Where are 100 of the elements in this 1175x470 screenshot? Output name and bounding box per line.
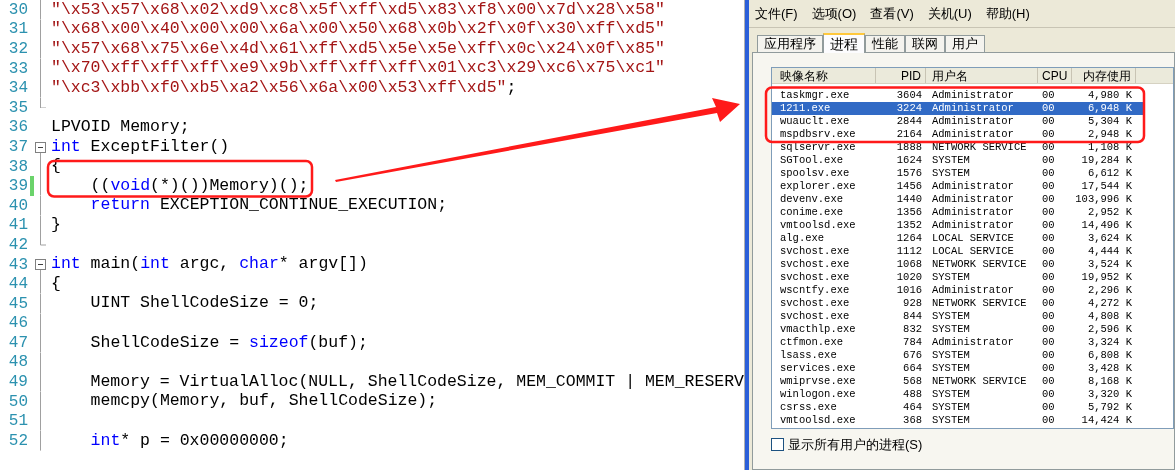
- line-number: 34: [7, 80, 28, 97]
- table-cell-text: 00: [1041, 310, 1056, 323]
- code-line: "\x70\xff\xff\xff\xe9\x9b\xff\xff\xff\x01\xc3\x29\xc6\x75\xc1": [51, 60, 665, 77]
- table-cell-text: 1888: [895, 141, 923, 154]
- table-cell-text: 00: [1041, 232, 1056, 245]
- table-cell-text: 1440: [895, 193, 923, 206]
- table-cell-text: 1624: [895, 154, 923, 167]
- tab[interactable]: 联网: [905, 35, 945, 52]
- line-number: 30: [7, 1, 28, 18]
- line-number: 43: [7, 256, 28, 273]
- table-cell-text: csrss.exe: [779, 401, 838, 414]
- table-cell-text: 00: [1041, 401, 1056, 414]
- table-cell-text: SYSTEM: [931, 362, 971, 375]
- menu-item[interactable]: 关机(U): [927, 3, 972, 24]
- table-cell-text: 6,948 K: [1086, 102, 1133, 115]
- process-row[interactable]: wuauclt.exe 2844 Administrator 00 5,304 K: [772, 115, 1173, 128]
- column-header[interactable]: 内存使用: [1083, 69, 1131, 82]
- process-row[interactable]: ctfmon.exe 784 Administrator 00 3,324 K: [772, 336, 1173, 349]
- line-number: 37: [7, 138, 28, 155]
- menu-item[interactable]: 查看(V): [870, 3, 914, 24]
- tab[interactable]: 用户: [945, 35, 985, 52]
- code-line: memcpy(Memory, buf, ShellCodeSize);: [89, 393, 438, 410]
- table-cell-text: Administrator: [931, 128, 1015, 141]
- table-cell-text: 00: [1041, 414, 1056, 427]
- code-line: }: [51, 217, 61, 234]
- menu-item[interactable]: 文件(F): [755, 3, 798, 24]
- table-cell-text: SYSTEM: [931, 167, 971, 180]
- table-cell-text: 3,324 K: [1086, 336, 1133, 349]
- table-cell-text: SYSTEM: [931, 388, 971, 401]
- tab[interactable]: 性能: [865, 35, 905, 52]
- menu-item[interactable]: 选项(O): [811, 3, 857, 24]
- line-number: 44: [7, 276, 28, 293]
- process-row[interactable]: lsass.exe 676 SYSTEM 00 6,808 K: [772, 349, 1173, 362]
- table-cell-text: 1264: [895, 232, 923, 245]
- process-row[interactable]: taskmgr.exe 3604 Administrator 00 4,980 K: [772, 89, 1173, 102]
- process-row[interactable]: svchost.exe 928 NETWORK SERVICE 00 4,272 K: [772, 297, 1173, 310]
- table-cell-text: 5,792 K: [1086, 401, 1133, 414]
- table-cell-text: 2,952 K: [1086, 206, 1133, 219]
- table-cell-text: 00: [1041, 284, 1056, 297]
- process-row[interactable]: svchost.exe 1068 NETWORK SERVICE 00 3,524 K: [772, 258, 1173, 271]
- table-cell-text: 103,996 K: [1074, 193, 1133, 206]
- process-row[interactable]: SGTool.exe 1624 SYSTEM 00 19,284 K: [772, 154, 1173, 167]
- process-row[interactable]: conime.exe 1356 Administrator 00 2,952 K: [772, 206, 1173, 219]
- process-row[interactable]: sqlservr.exe 1888 NETWORK SERVICE 00 1,108 K: [772, 141, 1173, 154]
- tab[interactable]: 进程: [823, 33, 865, 53]
- process-row[interactable]: csrss.exe 464 SYSTEM 00 5,792 K: [772, 401, 1173, 414]
- table-cell-text: NETWORK SERVICE: [931, 258, 1028, 271]
- table-cell-text: 3,320 K: [1086, 388, 1133, 401]
- table-cell-text: 1456: [895, 180, 923, 193]
- column-header[interactable]: PID: [901, 69, 921, 82]
- table-cell-text: Administrator: [931, 336, 1015, 349]
- process-row[interactable]: services.exe 664 SYSTEM 00 3,428 K: [772, 362, 1173, 375]
- table-cell-text: SYSTEM: [931, 414, 971, 427]
- table-cell-text: SGTool.exe: [779, 154, 844, 167]
- column-header[interactable]: 用户名: [932, 69, 968, 82]
- table-cell-text: Administrator: [931, 89, 1015, 102]
- process-row[interactable]: wmiprvse.exe 568 NETWORK SERVICE 00 8,168 K: [772, 375, 1173, 388]
- process-row[interactable]: devenv.exe 1440 Administrator 00 103,996 K: [772, 193, 1173, 206]
- table-cell-text: services.exe: [779, 362, 857, 375]
- process-row[interactable]: svchost.exe 844 SYSTEM 00 4,808 K: [772, 310, 1173, 323]
- process-row[interactable]: wscntfy.exe 1016 Administrator 00 2,296 K: [772, 284, 1173, 297]
- table-cell-text: Administrator: [931, 115, 1015, 128]
- column-header[interactable]: 映像名称: [780, 69, 828, 82]
- process-row[interactable]: alg.exe 1264 LOCAL SERVICE 00 3,624 K: [772, 232, 1173, 245]
- code-line: ((void(*)())Memory)();: [89, 177, 309, 195]
- table-cell-text: mspdbsrv.exe: [779, 128, 857, 141]
- process-row[interactable]: vmacthlp.exe 832 SYSTEM 00 2,596 K: [772, 323, 1173, 336]
- table-cell-text: 00: [1041, 375, 1056, 388]
- process-row[interactable]: explorer.exe 1456 Administrator 00 17,544 K: [772, 180, 1173, 193]
- table-cell-text: Administrator: [931, 193, 1015, 206]
- table-cell-text: 00: [1041, 245, 1056, 258]
- table-cell-text: Administrator: [931, 219, 1015, 232]
- process-row[interactable]: svchost.exe 1112 LOCAL SERVICE 00 4,444 K: [772, 245, 1173, 258]
- process-row[interactable]: vmtoolsd.exe 1352 Administrator 00 14,496 K: [772, 219, 1173, 232]
- code-line: UINT ShellCodeSize = 0;: [89, 295, 319, 312]
- line-number: 48: [7, 354, 28, 371]
- table-cell-text: SYSTEM: [931, 310, 971, 323]
- code-line: "\x53\x57\x68\x02\xd9\xc8\x5f\xff\xd5\x83\xf8\x00\x7d\x28\x58": [51, 1, 665, 19]
- process-row[interactable]: mspdbsrv.exe 2164 Administrator 00 2,948 K: [772, 128, 1173, 141]
- line-number: 41: [7, 217, 28, 234]
- tab[interactable]: 应用程序: [757, 35, 823, 52]
- table-cell-text: SYSTEM: [931, 271, 971, 284]
- process-row[interactable]: svchost.exe 1020 SYSTEM 00 19,952 K: [772, 271, 1173, 284]
- table-cell-text: 4,980 K: [1086, 89, 1133, 102]
- table-cell-text: 00: [1041, 180, 1056, 193]
- code-line: int ExceptFilter(): [51, 138, 230, 156]
- process-row[interactable]: vmtoolsd.exe 368 SYSTEM 00 14,424 K: [772, 414, 1173, 427]
- table-cell-text: 4,444 K: [1086, 245, 1133, 258]
- table-cell-text: svchost.exe: [779, 297, 851, 310]
- table-cell-text: 1211.exe: [779, 102, 832, 115]
- code-line: return EXCEPTION_CONTINUE_EXECUTION;: [89, 197, 448, 214]
- table-cell-text: 14,496 K: [1080, 219, 1133, 232]
- menu-item[interactable]: 帮助(H): [985, 3, 1030, 24]
- column-header[interactable]: CPU: [1042, 69, 1068, 82]
- process-row[interactable]: winlogon.exe 488 SYSTEM 00 3,320 K: [772, 388, 1173, 401]
- process-row[interactable]: spoolsv.exe 1576 SYSTEM 00 6,612 K: [772, 167, 1173, 180]
- process-row[interactable]: 1211.exe 3224 Administrator 00 6,948 K: [772, 102, 1144, 115]
- checkbox-label[interactable]: 显示所有用户的进程(S): [788, 435, 923, 455]
- table-cell-text: winlogon.exe: [779, 388, 857, 401]
- table-cell-text: 14,424 K: [1080, 414, 1133, 427]
